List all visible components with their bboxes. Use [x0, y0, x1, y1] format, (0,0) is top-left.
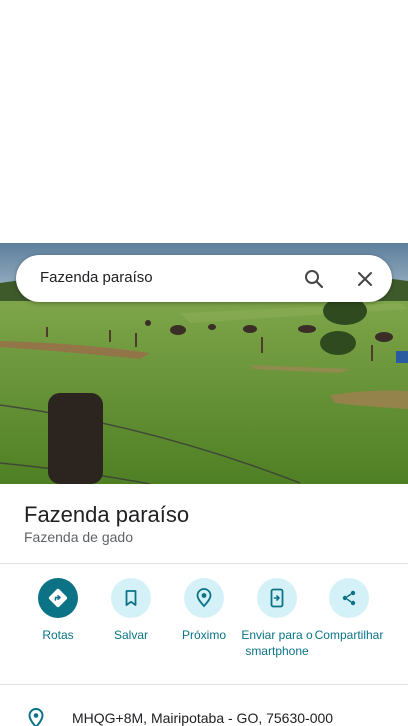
save-button[interactable]: Salvar	[91, 578, 171, 643]
place-name: Fazenda paraíso	[24, 502, 190, 527]
send-to-phone-icon[interactable]	[257, 578, 297, 618]
address-text: MHQG+8M, Mairipotaba - GO, 75630-000	[72, 710, 334, 726]
place-category: Fazenda de gado	[24, 529, 133, 545]
share-button[interactable]: Compartilhar	[310, 578, 388, 643]
share-label: Compartilhar	[314, 628, 384, 642]
nearby-button[interactable]: Próximo	[164, 578, 244, 643]
send-to-phone-label: Enviar para o smartphone	[241, 628, 313, 658]
nearby-label: Próximo	[181, 628, 226, 642]
map-area-blank	[0, 0, 408, 243]
bookmark-icon[interactable]	[111, 578, 151, 618]
divider	[0, 563, 408, 564]
directions-button[interactable]: Rotas	[18, 578, 98, 643]
send-to-phone-button[interactable]: Enviar para o smartphone	[237, 578, 317, 659]
divider	[0, 684, 408, 685]
search-icon[interactable]	[302, 267, 326, 291]
address-row[interactable]: MHQG+8M, Mairipotaba - GO, 75630-000	[0, 702, 408, 726]
directions-label: Rotas	[42, 628, 74, 642]
close-icon[interactable]	[353, 267, 377, 291]
search-query-text[interactable]: Fazenda paraíso	[40, 269, 153, 286]
search-bar[interactable]: Fazenda paraíso	[16, 255, 392, 302]
save-label: Salvar	[113, 628, 148, 642]
nearby-icon[interactable]	[184, 578, 224, 618]
share-icon[interactable]	[329, 578, 369, 618]
location-pin-icon	[27, 708, 45, 726]
place-details-panel: Fazenda paraíso Fazenda de gado Rotas Sa…	[0, 484, 408, 726]
directions-icon[interactable]	[38, 578, 78, 618]
